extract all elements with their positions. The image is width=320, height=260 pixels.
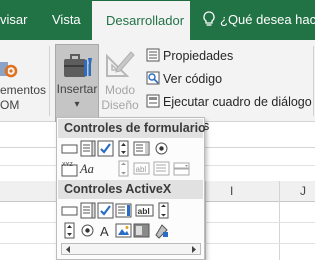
tab-vista[interactable]: Vista — [52, 0, 81, 40]
view-code-label: Ver código — [163, 72, 223, 86]
text-field-glyph: abl — [136, 165, 147, 174]
addins-label-line2: OM — [0, 98, 20, 112]
form-group-box-icon[interactable]: XYZ — [61, 160, 78, 177]
addins-button-label[interactable]: ementos OM — [0, 83, 46, 113]
group-separator — [49, 46, 50, 116]
column-divider — [205, 181, 206, 260]
run-dialog-icon — [146, 94, 160, 108]
activex-text-box-glyph: abl — [138, 206, 150, 216]
activex-checkbox-icon[interactable] — [97, 202, 114, 219]
insert-button-label: Insertar — [56, 82, 98, 96]
design-mode-button[interactable]: Modo Diseño — [98, 83, 142, 113]
activex-list-box-icon[interactable] — [115, 202, 132, 219]
column-header-i[interactable]: I — [230, 184, 233, 198]
design-mode-label-line1: Modo — [104, 83, 136, 97]
activex-label-glyph: A — [100, 224, 109, 239]
form-scroll-bar-icon[interactable] — [115, 160, 132, 177]
group-separator-right — [313, 46, 314, 116]
view-code-button[interactable]: Ver código — [146, 69, 222, 89]
design-mode-icon — [106, 51, 135, 77]
column-header-j[interactable]: J — [300, 184, 306, 198]
insert-controls-menu: Controles de formulario XYZ Aa abl Contr… — [56, 117, 206, 260]
form-combo-list-edit-icon[interactable] — [153, 160, 170, 177]
group-box-glyph: XYZ — [62, 162, 73, 168]
label-glyph: Aa — [79, 162, 94, 176]
form-button-control-icon[interactable] — [61, 140, 78, 157]
activex-text-box-icon[interactable]: abl — [135, 202, 154, 219]
scroll-left-arrow-icon[interactable] — [64, 245, 72, 254]
com-addins-gear-icon — [0, 62, 18, 78]
activex-spin-button-icon[interactable] — [61, 222, 78, 239]
menu-horizontal-scrollbar[interactable] — [61, 243, 201, 255]
activex-command-button-icon[interactable] — [61, 202, 78, 219]
lightbulb-icon — [203, 11, 215, 26]
properties-label: Propiedades — [163, 49, 234, 63]
form-combo-box-icon[interactable] — [79, 140, 96, 157]
form-spin-button-icon[interactable] — [115, 140, 132, 157]
insert-dropdown-arrow: ▾ — [74, 99, 80, 110]
toolbox-icon — [64, 54, 92, 77]
tell-me-search[interactable]: ¿Qué desea hacer? — [202, 0, 320, 40]
run-dialog-label: Ejecutar cuadro de diálogo — [163, 95, 312, 109]
tab-revisar[interactable]: visar — [0, 0, 27, 40]
activex-option-button-icon[interactable] — [79, 222, 96, 239]
column-divider — [279, 181, 280, 260]
design-mode-label-line2: Diseño — [101, 98, 139, 112]
activex-controls-header: Controles ActiveX — [58, 180, 203, 199]
activex-combo-box-icon[interactable] — [79, 202, 96, 219]
tab-desarrollador[interactable]: Desarrollador — [92, 0, 190, 41]
addins-label-line1: ementos — [0, 83, 47, 97]
properties-button[interactable]: Propiedades — [146, 46, 233, 66]
form-text-field-icon[interactable]: abl — [133, 160, 150, 177]
form-option-button-icon[interactable] — [153, 140, 170, 157]
form-controls-header: Controles de formulario — [58, 119, 206, 138]
run-dialog-button[interactable]: Ejecutar cuadro de diálogo — [146, 92, 312, 112]
form-label-icon[interactable]: Aa — [79, 160, 99, 177]
ribbon-tab-strip: visar Vista Desarrollador ¿Qué desea hac… — [0, 0, 320, 41]
form-combo-dropdown-edit-icon[interactable] — [173, 160, 190, 177]
properties-icon — [146, 48, 160, 62]
scroll-right-arrow-icon[interactable] — [190, 245, 198, 254]
tell-me-text: ¿Qué desea hacer? — [220, 12, 320, 27]
activex-scroll-bar-icon[interactable] — [155, 202, 172, 219]
activex-more-controls-icon[interactable] — [153, 222, 170, 239]
form-checkbox-icon[interactable] — [97, 140, 114, 157]
view-code-icon — [146, 71, 160, 85]
activex-toggle-button-icon[interactable] — [133, 222, 150, 239]
form-list-box-icon[interactable] — [133, 140, 150, 157]
activex-label-icon[interactable]: A — [97, 222, 114, 239]
activex-image-icon[interactable] — [115, 222, 132, 239]
